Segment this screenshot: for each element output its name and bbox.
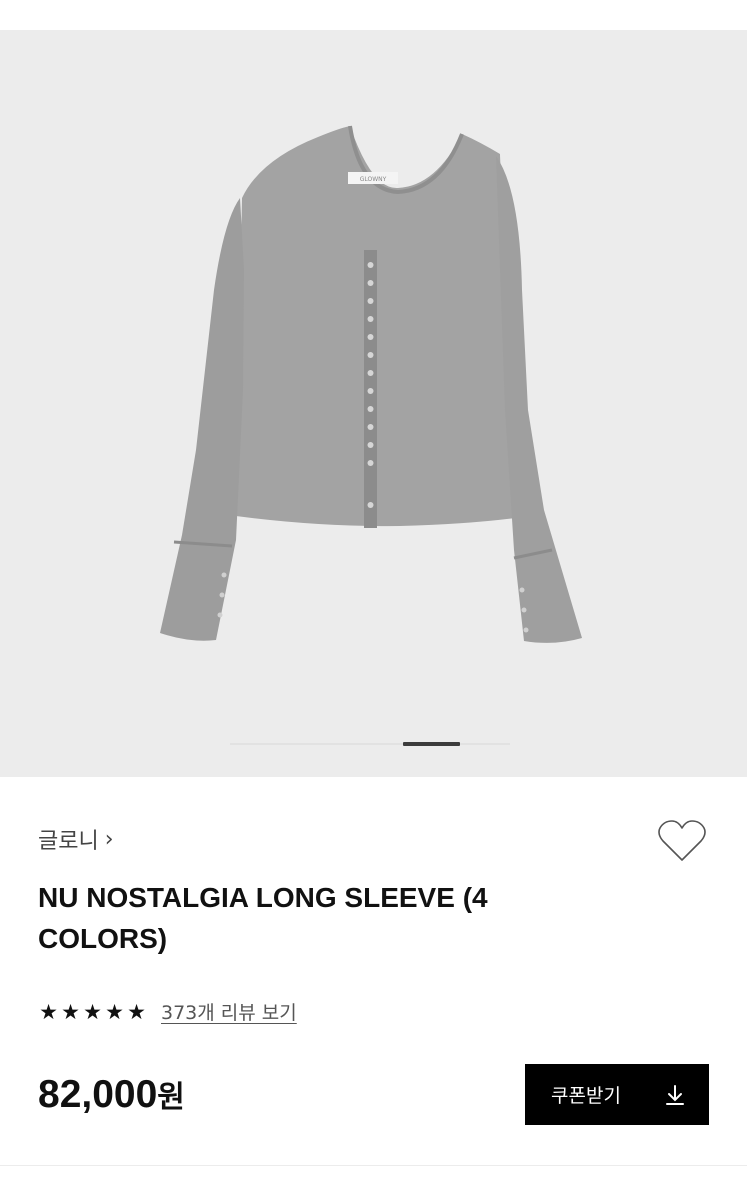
coupon-download-button[interactable]: 쿠폰받기 xyxy=(525,1064,709,1125)
star-icon: ★ xyxy=(39,999,58,1024)
brand-link[interactable]: 글로니 › xyxy=(38,823,114,855)
chevron-right-icon: › xyxy=(104,826,114,852)
gallery-pager-indicator xyxy=(403,742,460,746)
neck-label-text: GLOWNY xyxy=(360,176,387,183)
garment-right-sleeve xyxy=(496,156,582,643)
price-unit: 원 xyxy=(157,1080,185,1115)
heart-outline-icon xyxy=(658,820,706,861)
rating-row: ★ ★ ★ ★ ★ 373개 리뷰 보기 xyxy=(38,998,297,1025)
product-title: NU NOSTALGIA LONG SLEEVE (4 COLORS) xyxy=(38,882,488,954)
section-divider xyxy=(0,1165,747,1166)
product-image: GLOWNY xyxy=(160,125,582,643)
garment-left-sleeve xyxy=(160,198,244,641)
review-link[interactable]: 373개 리뷰 보기 xyxy=(161,998,297,1025)
gallery-pager-track xyxy=(230,743,510,745)
star-icon: ★ xyxy=(105,999,124,1024)
coupon-button-label: 쿠폰받기 xyxy=(551,1085,621,1107)
download-icon xyxy=(666,1084,684,1105)
star-icon: ★ xyxy=(127,999,146,1024)
star-icon: ★ xyxy=(61,999,80,1024)
price: 82,000 원 xyxy=(38,1072,185,1117)
star-rating: ★ ★ ★ ★ ★ xyxy=(38,1000,147,1024)
price-amount: 82,000 xyxy=(38,1073,158,1116)
brand-name: 글로니 xyxy=(38,829,99,854)
star-icon: ★ xyxy=(83,999,102,1024)
wishlist-button[interactable] xyxy=(656,818,708,864)
product-image-gallery[interactable]: GLOWNY xyxy=(0,30,747,777)
